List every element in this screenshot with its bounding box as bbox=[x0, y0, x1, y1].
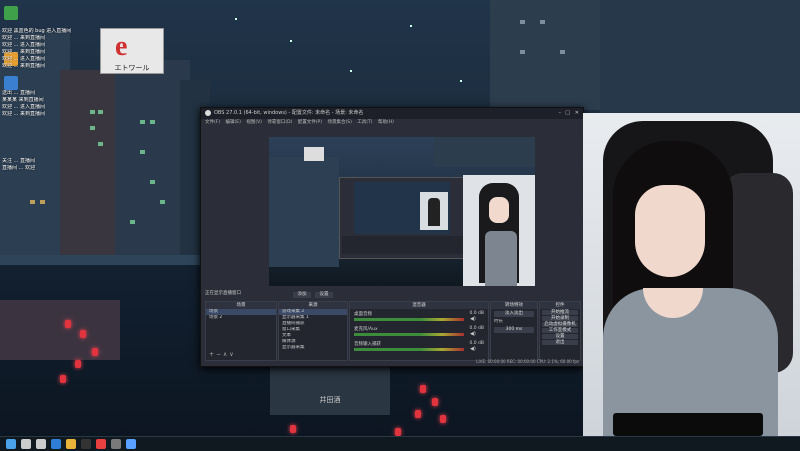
rooftop-sign: e エトワール bbox=[100, 28, 164, 74]
studio-mode-button[interactable]: 工作室模式 bbox=[542, 328, 578, 333]
chat-message: 欢迎 ... 来到直播间 bbox=[2, 35, 45, 41]
up-icon[interactable]: ∧ bbox=[223, 351, 227, 358]
volume-meter bbox=[354, 348, 464, 351]
menu-item-docks[interactable]: 停靠窗口(D) bbox=[267, 120, 292, 125]
obs-window[interactable]: OBS 27.0.1 (64-bit, windows) - 配置文件: 未命名… bbox=[200, 107, 584, 367]
mixer-channel-label: 音频输入捕获 bbox=[354, 342, 381, 347]
keyboard bbox=[613, 413, 763, 436]
controls-header: 控件 bbox=[540, 302, 580, 309]
obs-icon[interactable] bbox=[81, 439, 91, 449]
explorer-icon[interactable] bbox=[66, 439, 76, 449]
live-chat-overlay: 欢迎 黑蓝色的 bug 进入直播间 欢迎 ... 来到直播间 欢迎 ... 进入… bbox=[2, 28, 94, 238]
chat-message: 欢迎 ... 来到直播间 bbox=[2, 63, 45, 69]
volume-meter bbox=[354, 318, 464, 321]
webcam-feed bbox=[583, 113, 800, 436]
streamer-face bbox=[635, 185, 705, 277]
speaker-icon[interactable]: ◀) bbox=[470, 331, 482, 337]
steam-icon[interactable] bbox=[96, 439, 106, 449]
mixer-channel-label: 麦克风/Aux bbox=[354, 327, 378, 332]
chat-message: 欢迎 ... 进入直播间 bbox=[2, 42, 45, 48]
desktop-icon[interactable] bbox=[4, 6, 18, 20]
controls-panel: 控件 开始推流 开始录制 启动虚拟摄像机 工作室模式 设置 退出 bbox=[539, 301, 581, 361]
start-recording-button[interactable]: 开始录制 bbox=[542, 316, 578, 321]
settings-icon[interactable] bbox=[111, 439, 121, 449]
obs-statusbar: LIVE: 00:00:00 REC: 00:00:00 CPU: 2.1%, … bbox=[476, 359, 579, 364]
start-icon[interactable] bbox=[6, 439, 16, 449]
mixer-header: 混音器 bbox=[350, 302, 488, 309]
duration-label: 时长 bbox=[494, 319, 503, 324]
menu-item-profile[interactable]: 配置文件(P) bbox=[298, 120, 322, 125]
nested-preview bbox=[339, 177, 466, 259]
minimize-icon[interactable]: – bbox=[559, 108, 562, 119]
chat-message: 送出 ... 直播间 bbox=[2, 90, 35, 96]
sources-panel: 来源 游戏采集 2 显示器采集 1 直播间捕获 窗口采集 文本 媒体源 显示器采… bbox=[278, 301, 348, 361]
volume-meter bbox=[354, 333, 464, 336]
audio-mixer-panel: 混音器 桌面音频 0.0 dB ◀) 麦克风/Aux 0.0 dB ◀) 音频输… bbox=[349, 301, 489, 361]
chat-message: 欢迎 ... 进入直播间 bbox=[2, 56, 45, 62]
chat-message: 直播间 ... 欢迎 bbox=[2, 165, 35, 171]
add-icon[interactable]: + bbox=[209, 351, 214, 358]
scene-transitions-panel: 转场特效 淡入淡出 时长 300 ms bbox=[490, 301, 538, 361]
chat-message: 欢迎 ... 来到直播间 bbox=[2, 49, 45, 55]
window-title: OBS 27.0.1 (64-bit, windows) - 配置文件: 未命名… bbox=[214, 110, 364, 116]
preview-webcam-source bbox=[463, 175, 535, 286]
scene-item[interactable]: 场景 2 bbox=[206, 315, 276, 321]
transitions-header: 转场特效 bbox=[491, 302, 537, 309]
transition-type-select[interactable]: 淡入淡出 bbox=[494, 311, 534, 317]
menu-item-scene-collection[interactable]: 场景集合(S) bbox=[327, 120, 351, 125]
menu-item-file[interactable]: 文件(F) bbox=[205, 120, 220, 125]
preview-canvas[interactable] bbox=[269, 137, 535, 286]
duration-input[interactable]: 300 ms bbox=[494, 327, 534, 333]
scenes-panel: 场景 场景 场景 2 + − ∧ ∨ bbox=[205, 301, 277, 361]
maximize-icon[interactable]: □ bbox=[565, 108, 570, 119]
sign-text: エトワール bbox=[114, 64, 150, 72]
scene-toolbar: + − ∧ ∨ bbox=[209, 351, 234, 358]
scenes-header: 场景 bbox=[206, 302, 276, 309]
down-icon[interactable]: ∨ bbox=[229, 351, 233, 358]
shop-sign: 井田酒 bbox=[319, 396, 341, 404]
start-streaming-button[interactable]: 开始推流 bbox=[542, 310, 578, 315]
speaker-icon[interactable]: ◀) bbox=[470, 316, 482, 322]
menu-item-edit[interactable]: 编辑(E) bbox=[226, 120, 241, 125]
menu-item-view[interactable]: 视图(V) bbox=[246, 120, 262, 125]
search-icon[interactable] bbox=[21, 439, 31, 449]
obs-logo-icon bbox=[205, 110, 211, 116]
exit-button[interactable]: 退出 bbox=[542, 340, 578, 345]
sources-header: 来源 bbox=[279, 302, 347, 309]
chat-message: 某某某 来到直播间 bbox=[2, 97, 44, 103]
sign-logo-icon: e bbox=[115, 31, 128, 62]
chat-message: 关注 ... 直播间 bbox=[2, 158, 35, 164]
add-chip[interactable]: 添加 bbox=[293, 292, 311, 298]
edge-icon[interactable] bbox=[51, 439, 61, 449]
chat-message: 欢迎 ... 进入直播间 bbox=[2, 104, 45, 110]
menu-item-help[interactable]: 帮助(H) bbox=[378, 120, 394, 125]
mixer-channel-label: 桌面音频 bbox=[354, 312, 372, 317]
settings-chip[interactable]: 设置 bbox=[315, 292, 333, 298]
chat-message: 欢迎 ... 来到直播间 bbox=[2, 111, 45, 117]
chat-message: 欢迎 黑蓝色的 bug 进入直播间 bbox=[2, 28, 72, 34]
obs-title-bar[interactable]: OBS 27.0.1 (64-bit, windows) - 配置文件: 未命名… bbox=[201, 108, 583, 119]
settings-button[interactable]: 设置 bbox=[542, 334, 578, 339]
task-view-icon[interactable] bbox=[36, 439, 46, 449]
menu-item-tools[interactable]: 工具(T) bbox=[357, 120, 372, 125]
menu-bar: 文件(F) 编辑(E) 视图(V) 停靠窗口(D) 配置文件(P) 场景集合(S… bbox=[201, 119, 583, 127]
close-icon[interactable]: ✕ bbox=[575, 108, 579, 119]
remove-icon[interactable]: − bbox=[216, 351, 221, 358]
store-icon[interactable] bbox=[126, 439, 136, 449]
speaker-icon[interactable]: ◀) bbox=[470, 346, 482, 352]
source-item[interactable]: 显示器采集 bbox=[279, 345, 347, 351]
taskbar bbox=[0, 436, 800, 451]
virtual-camera-button[interactable]: 启动虚拟摄像机 bbox=[542, 322, 578, 327]
